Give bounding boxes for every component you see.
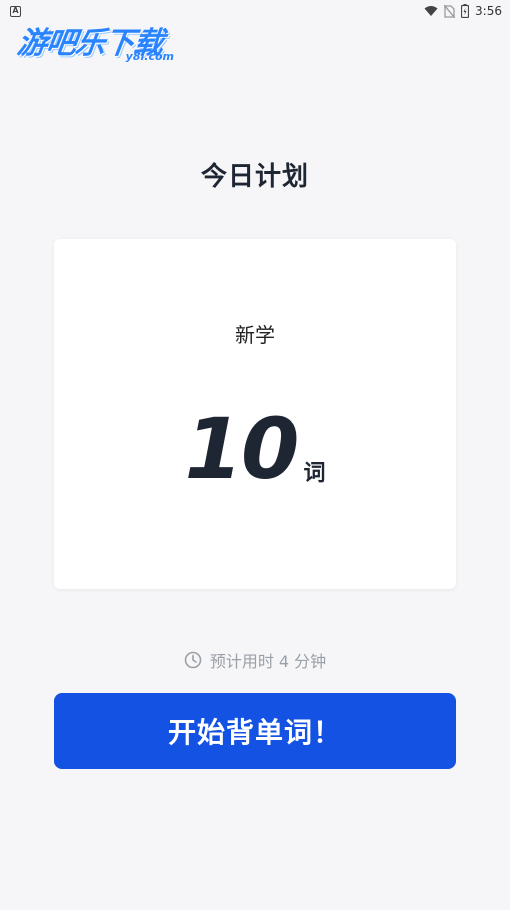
page-title: 今日计划: [200, 162, 309, 192]
clock-icon: [184, 651, 202, 669]
watermark-logo: 游吧乐下载 y8l.com: [15, 18, 188, 70]
clock-time: 3:56: [475, 4, 502, 18]
word-count: 10 词: [54, 407, 456, 491]
plan-card: 新学 10 词: [54, 239, 456, 589]
estimated-time: 预计用时 4 分钟: [0, 648, 510, 672]
battery-icon: [461, 4, 470, 18]
no-sim-icon: [444, 4, 456, 18]
start-memorizing-button[interactable]: 开始背单词！: [54, 693, 456, 769]
word-count-unit: 词: [303, 461, 326, 486]
new-words-label: 新学: [235, 323, 275, 347]
watermark-sub-text: y8l.com: [125, 50, 174, 63]
wifi-icon: [424, 6, 438, 16]
estimated-time-text: 预计用时 4 分钟: [209, 652, 327, 671]
word-count-number: 10: [184, 400, 300, 498]
a-notification-icon: A: [10, 5, 21, 17]
screen: A 3:56 游吧乐下载 y8l.com 今日计划 新学 10 词 预计用时 4…: [0, 0, 510, 910]
